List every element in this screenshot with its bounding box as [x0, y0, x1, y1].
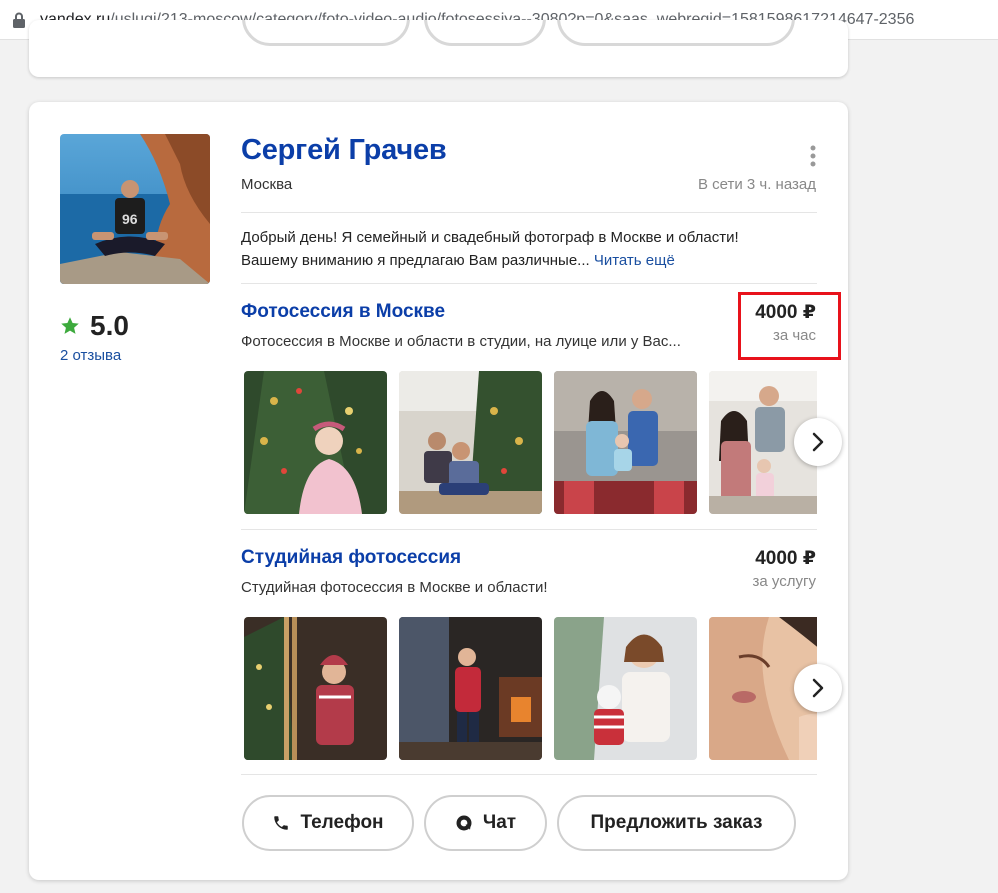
- divider: [241, 212, 817, 213]
- chevron-right-icon: [812, 432, 824, 452]
- specialist-name[interactable]: Сергей Грачев: [241, 134, 447, 167]
- gallery-photo[interactable]: [244, 371, 387, 514]
- gallery-photo[interactable]: [399, 617, 542, 760]
- previous-order-button[interactable]: [557, 20, 795, 46]
- specialist-card: 96 5.0 2 отзыва Сергей Грачев Москва В с…: [29, 102, 848, 880]
- service-subtitle: Студийная фотосессия в Москве и области!: [241, 579, 548, 596]
- online-status: В сети 3 ч. назад: [697, 176, 816, 193]
- offer-order-button[interactable]: Предложить заказ: [557, 795, 796, 851]
- star-icon: [61, 317, 79, 334]
- reviews-link[interactable]: 2 отзыва: [60, 347, 121, 364]
- divider: [241, 283, 817, 284]
- gallery-photo[interactable]: [554, 617, 697, 760]
- svg-text:96: 96: [122, 211, 138, 227]
- offer-order-button-label: Предложить заказ: [590, 812, 763, 833]
- service-gallery[interactable]: [244, 371, 817, 514]
- service-price-unit: за услугу: [752, 573, 816, 590]
- rating: 5.0: [60, 310, 129, 342]
- more-options-icon[interactable]: [808, 144, 818, 168]
- gallery-next-button[interactable]: [794, 664, 842, 712]
- gallery-photo[interactable]: [244, 617, 387, 760]
- read-more-link[interactable]: Читать ещё: [594, 252, 675, 269]
- description: Добрый день! Я семейный и свадебный фото…: [241, 226, 801, 272]
- city: Москва: [241, 176, 293, 193]
- gallery-next-button[interactable]: [794, 418, 842, 466]
- phone-button-label: Телефон: [300, 812, 384, 833]
- chat-icon: [456, 815, 472, 831]
- previous-phone-button[interactable]: [242, 20, 410, 46]
- chevron-right-icon: [812, 678, 824, 698]
- service-gallery[interactable]: [244, 617, 817, 760]
- avatar[interactable]: 96: [60, 134, 210, 284]
- price-highlight-box: [738, 292, 841, 360]
- description-line1: Добрый день! Я семейный и свадебный фото…: [241, 229, 739, 246]
- chat-button[interactable]: Чат: [424, 795, 547, 851]
- service-title[interactable]: Студийная фотосессия: [241, 547, 461, 569]
- chat-button-label: Чат: [482, 812, 517, 833]
- previous-card: [29, 20, 848, 77]
- phone-icon: [274, 816, 289, 830]
- rating-score: 5.0: [90, 310, 129, 341]
- gallery-photo[interactable]: [399, 371, 542, 514]
- lock-icon: [13, 12, 25, 28]
- service-subtitle: Фотосессия в Москве и области в студии, …: [241, 333, 681, 350]
- service-title[interactable]: Фотосессия в Москве: [241, 301, 445, 323]
- description-line2: Вашему вниманию я предлагаю Вам различны…: [241, 252, 590, 269]
- service-price: 4000 ₽: [755, 548, 816, 569]
- phone-button[interactable]: Телефон: [242, 795, 414, 851]
- gallery-photo[interactable]: [554, 371, 697, 514]
- previous-chat-button[interactable]: [424, 20, 546, 46]
- divider: [241, 529, 817, 530]
- divider: [241, 774, 817, 775]
